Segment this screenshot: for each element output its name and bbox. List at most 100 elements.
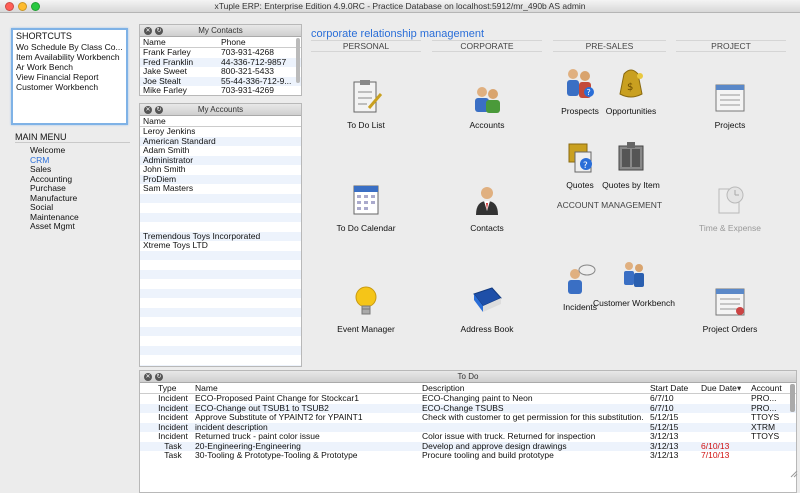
column-name[interactable]: Name (143, 37, 166, 48)
customer-workbench-label: Customer Workbench (592, 298, 676, 308)
column-due-date[interactable]: Due Date (701, 383, 737, 394)
event-manager-tile[interactable]: Event Manager (320, 284, 412, 334)
account-name: Sam Masters (143, 184, 194, 193)
table-row[interactable]: Jake Sweet 800-321-5433 (140, 67, 301, 77)
table-row[interactable]: Incident incident description 5/12/15 XTRM (140, 422, 796, 432)
todo-name: ECO-Change out TSUB1 to TSUB2 (195, 403, 329, 413)
table-row[interactable]: Joe Stealt 55-44-336-712-9... (140, 76, 301, 86)
contact-name: Fred Franklin (143, 57, 194, 67)
todo-start-date: 3/12/13 (650, 432, 679, 441)
refresh-icon[interactable]: ↻ (155, 106, 163, 114)
time-expense-tile[interactable]: Time & Expense (684, 183, 776, 233)
window-titlebar: xTuple ERP: Enterprise Edition 4.9.0RC -… (0, 0, 800, 13)
column-account[interactable]: Account (751, 383, 787, 394)
table-row[interactable]: Incident Approve Substitute of YPAINT2 fo… (140, 413, 796, 423)
table-row[interactable]: Tremendous Toys Incorporated (140, 231, 301, 241)
empty-row (140, 317, 301, 327)
minimize-window-button[interactable] (18, 2, 27, 11)
table-row[interactable] (140, 203, 301, 213)
todo-list-label: To Do List (347, 120, 385, 130)
empty-row (140, 345, 301, 355)
contact-phone: 55-44-336-712-9... (221, 76, 292, 86)
shortcut-item[interactable]: Ar Work Bench (13, 62, 126, 72)
column-type[interactable]: Type (158, 383, 176, 394)
table-row[interactable]: Leroy Jenkins (140, 127, 301, 137)
todo-calendar-tile[interactable]: To Do Calendar (320, 183, 412, 233)
table-row[interactable]: Mike Farley 703-931-4269 (140, 86, 301, 95)
opportunities-tile[interactable]: $ Opportunities (585, 66, 677, 116)
todo-description: Develop and approve design drawings (422, 441, 567, 451)
table-row[interactable]: Adam Smith (140, 146, 301, 156)
shortcut-item[interactable]: Item Availability Workbench (13, 52, 126, 62)
projects-tile[interactable]: Projects (684, 80, 776, 130)
column-phone[interactable]: Phone (221, 37, 246, 48)
accounts-panel: ✕ ↻ My Accounts Name Leroy Jenkins Americ… (139, 103, 302, 367)
refresh-icon[interactable]: ↻ (155, 373, 163, 381)
todo-account: XTRM (751, 422, 776, 432)
opportunities-icon: $ (619, 69, 643, 98)
project-orders-label: Project Orders (702, 324, 758, 334)
refresh-icon[interactable]: ↻ (155, 27, 163, 35)
menu-item-asset-mgmt[interactable]: Asset Mgmt (30, 221, 75, 231)
shortcut-item[interactable]: Wo Schedule By Class Co... (13, 42, 126, 52)
zoom-window-button[interactable] (31, 2, 40, 11)
table-row[interactable] (140, 222, 301, 232)
address-book-tile[interactable]: Address Book (441, 284, 533, 334)
todo-type: Incident (158, 394, 188, 403)
customer-workbench-tile[interactable]: Customer Workbench (588, 258, 680, 308)
shortcut-item[interactable]: Customer Workbench (13, 82, 126, 92)
close-icon[interactable]: ✕ (144, 106, 152, 114)
todo-list: Incident ECO-Proposed Paint Change for St… (140, 394, 796, 461)
menu-item-sales[interactable]: Sales (30, 164, 51, 174)
account-name: Tremendous Toys Incorporated (143, 231, 261, 241)
table-row[interactable]: Xtreme Toys LTD (140, 241, 301, 251)
table-row[interactable]: Task 20-Engineering-Engineering Develop an… (140, 441, 796, 451)
todo-panel: ✕ ↻ To Do Type Name Description Start Da… (139, 370, 797, 493)
close-window-button[interactable] (5, 2, 14, 11)
column-name[interactable]: Name (195, 383, 218, 394)
table-row[interactable]: Fred Franklin 44-336-712-9857 (140, 57, 301, 67)
table-row[interactable]: Task 30-Tooling & Prototype-Tooling & Pro… (140, 451, 796, 461)
table-row[interactable] (140, 193, 301, 203)
table-row[interactable]: Administrator (140, 155, 301, 165)
todo-name: ECO-Proposed Paint Change for Stockcar1 (195, 394, 359, 403)
contacts-scrollbar[interactable] (296, 38, 300, 83)
table-row[interactable]: American Standard (140, 136, 301, 146)
project-orders-tile[interactable]: Project Orders (684, 284, 776, 334)
empty-row (140, 298, 301, 308)
column-description[interactable]: Description (422, 383, 465, 394)
table-row[interactable]: Frank Farley 703-931-4268 (140, 48, 301, 58)
column-start-date[interactable]: Start Date (650, 383, 688, 394)
table-row[interactable]: ProDiem (140, 174, 301, 184)
accounts-tile[interactable]: Accounts (441, 80, 533, 130)
menu-item-social[interactable]: Social (30, 202, 53, 212)
menu-item-welcome[interactable]: Welcome (30, 145, 65, 155)
todo-start-date: 5/12/15 (650, 422, 679, 432)
todo-scrollbar[interactable] (790, 384, 795, 412)
contact-phone: 703-931-4269 (221, 86, 274, 95)
table-row[interactable]: Incident ECO-Change out TSUB1 to TSUB2 ECO… (140, 403, 796, 413)
crm-title: corporate relationship management (311, 28, 485, 40)
svg-text:$: $ (627, 82, 633, 93)
table-row[interactable]: John Smith (140, 165, 301, 175)
column-name[interactable]: Name (143, 116, 166, 127)
main-menu-divider (15, 142, 130, 143)
table-row[interactable] (140, 212, 301, 222)
section-corporate: CORPORATE (432, 40, 542, 52)
table-row[interactable]: Incident ECO-Proposed Paint Change for St… (140, 394, 796, 404)
close-icon[interactable]: ✕ (144, 373, 152, 381)
resize-grip-icon[interactable] (790, 470, 798, 478)
close-icon[interactable]: ✕ (144, 27, 152, 35)
quotes-by-item-tile[interactable]: Quotes by Item (585, 140, 677, 190)
todo-account: TTOYS (751, 413, 780, 422)
menu-item-purchase[interactable]: Purchase (30, 183, 66, 193)
table-row[interactable]: Incident Returned truck - paint color iss… (140, 432, 796, 442)
todo-name: incident description (195, 422, 268, 432)
shortcut-item[interactable]: View Financial Report (13, 72, 126, 82)
todo-panel-header: ✕ ↻ To Do (140, 371, 796, 383)
table-row[interactable]: Sam Masters (140, 184, 301, 194)
contacts-tile[interactable]: Contacts (441, 183, 533, 233)
todo-start-date: 5/12/15 (650, 413, 679, 422)
todo-account: PRO... (751, 394, 777, 403)
todo-list-tile[interactable]: To Do List (320, 80, 412, 130)
